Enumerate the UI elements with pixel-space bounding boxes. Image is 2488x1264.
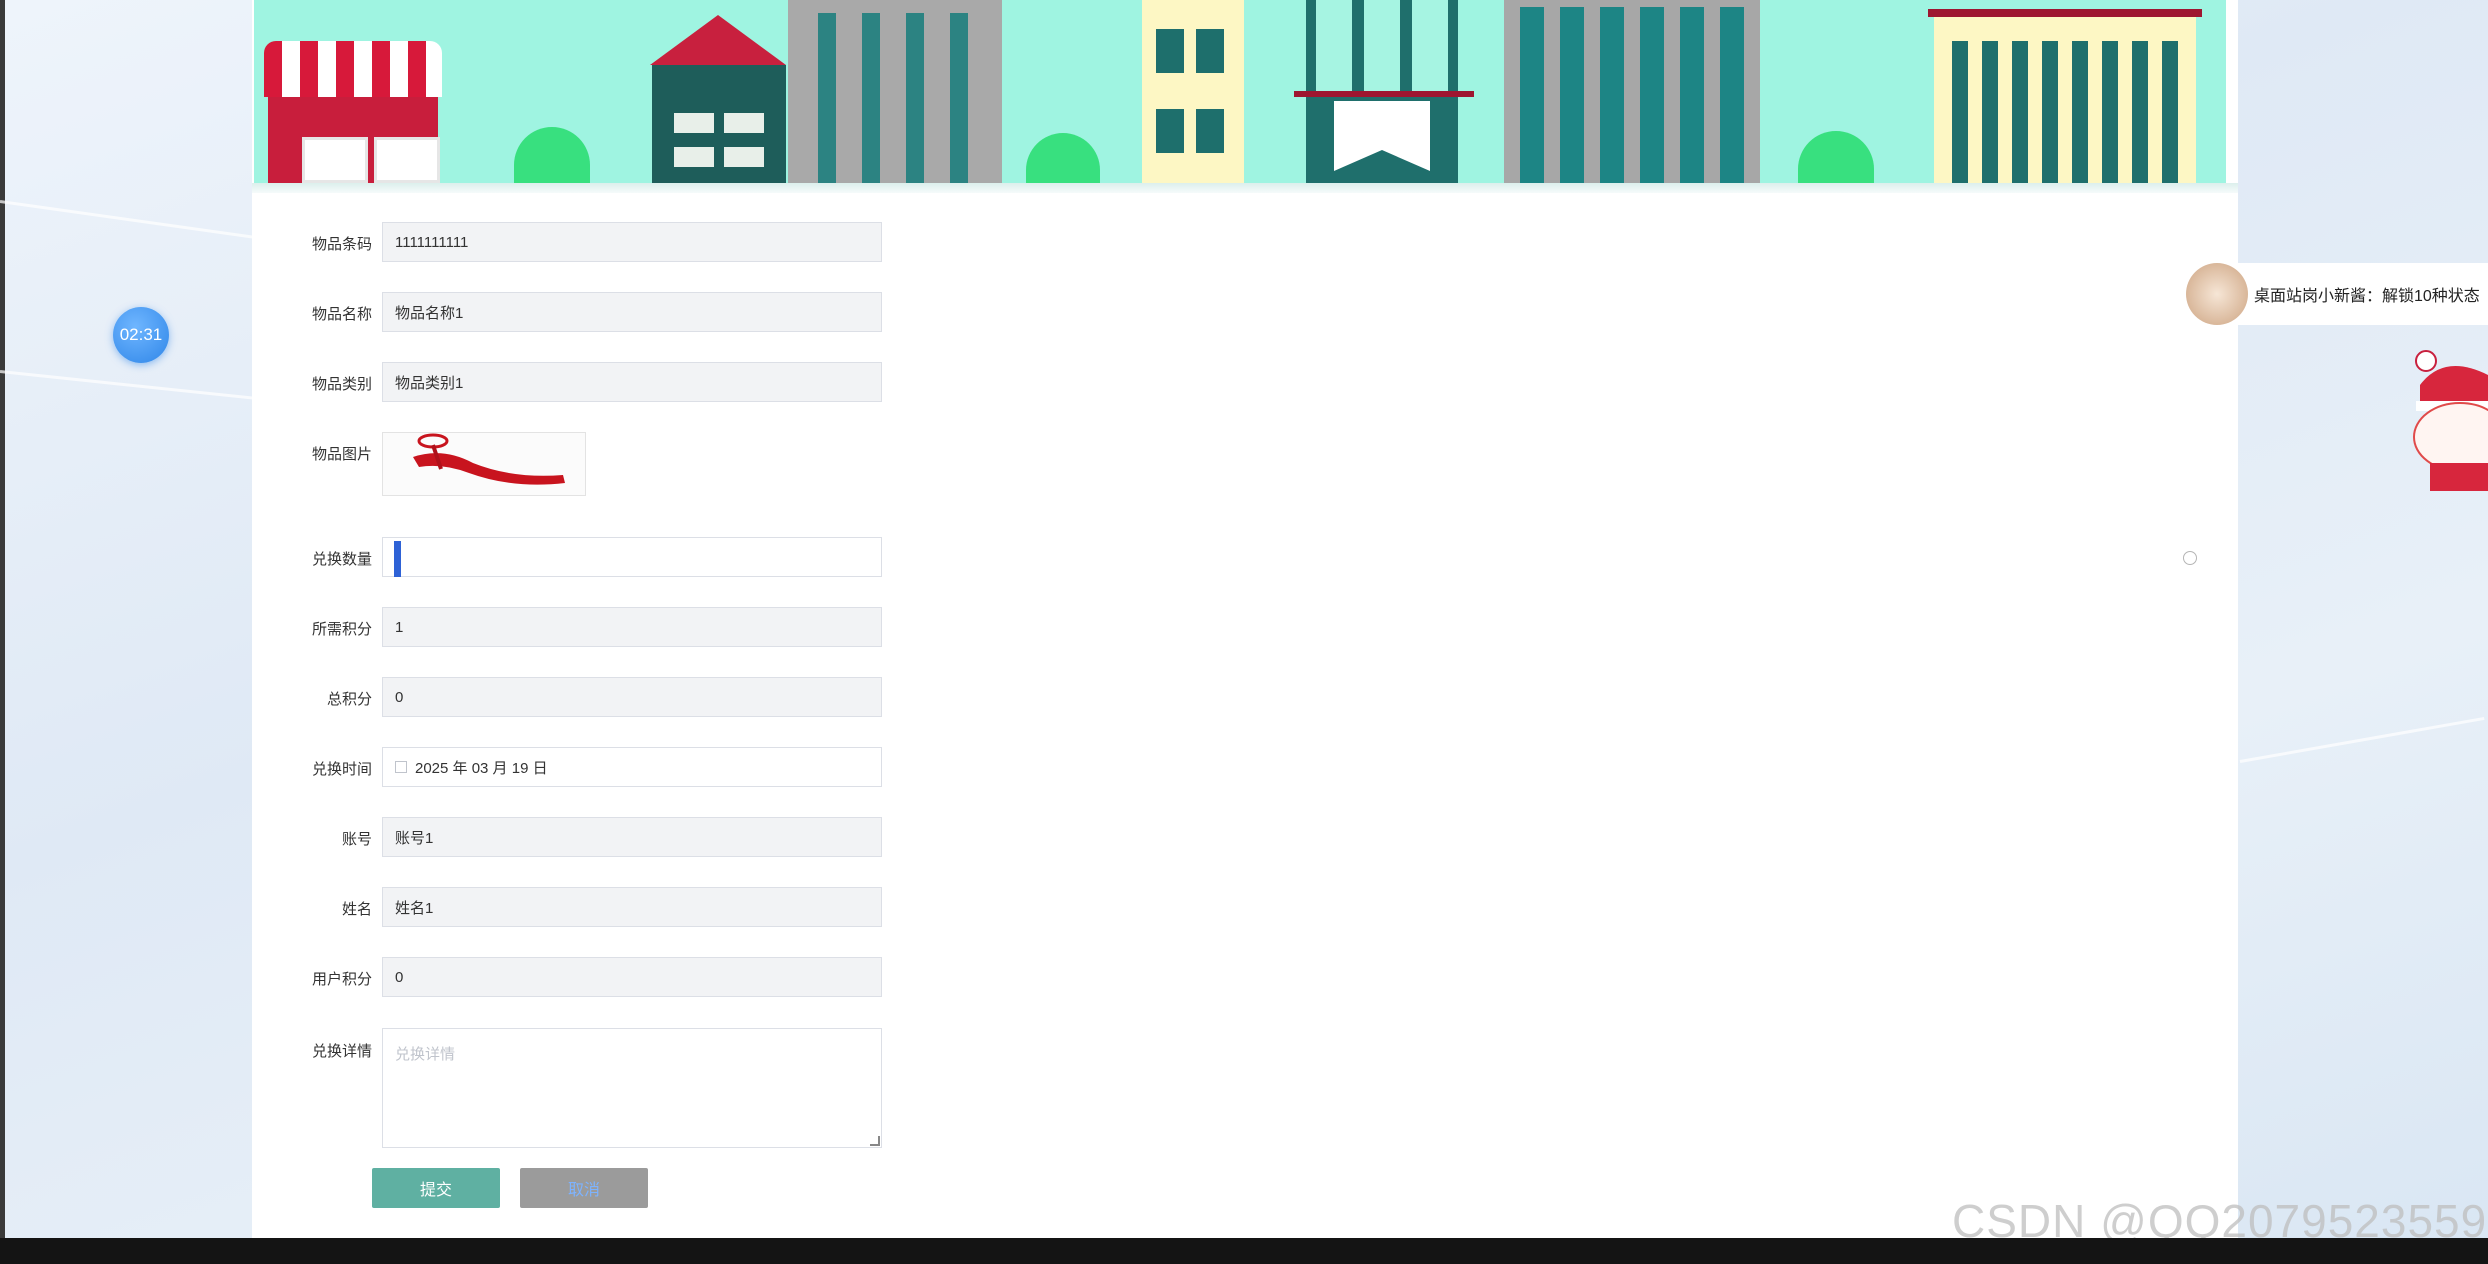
tower-windows xyxy=(806,13,986,183)
house-window xyxy=(724,147,764,167)
city-banner-image xyxy=(254,0,2226,183)
field-label-item-category: 物品类别 xyxy=(311,376,372,393)
window-left-edge xyxy=(0,0,5,1264)
tall-building-windows xyxy=(1952,41,2178,183)
mascot-character-icon[interactable] xyxy=(2400,345,2488,495)
required-points-field[interactable]: 1 xyxy=(382,607,882,647)
cream-building xyxy=(1142,0,1244,183)
user-points-field[interactable]: 0 xyxy=(382,957,882,997)
notification-text: 桌面站岗小新酱：解锁10种状态 xyxy=(2254,288,2480,305)
tower-band xyxy=(1294,91,1474,97)
field-label-exchange-details: 兑换详情 xyxy=(311,1043,372,1060)
exchange-details-textarea[interactable]: 兑换详情 xyxy=(382,1028,882,1148)
item-name-field[interactable]: 物品名称1 xyxy=(382,292,882,332)
field-label-required-points: 所需积分 xyxy=(311,621,372,638)
cancel-button[interactable]: 取消 xyxy=(520,1168,648,1208)
roof-band xyxy=(1928,9,2202,17)
background-streak xyxy=(2239,716,2485,763)
tower-windows xyxy=(1316,0,1448,95)
building-window xyxy=(1156,29,1184,73)
pet-avatar-icon xyxy=(2186,263,2248,325)
building-window xyxy=(1196,29,1224,73)
building-window xyxy=(1156,109,1184,153)
item-category-field[interactable]: 物品类别1 xyxy=(382,362,882,402)
field-label-item-code: 物品条码 xyxy=(311,236,372,253)
name-field[interactable]: 姓名1 xyxy=(382,887,882,927)
shop-window xyxy=(302,137,368,183)
item-image-thumbnail[interactable] xyxy=(382,432,586,496)
building-window xyxy=(1196,109,1224,153)
red-roof xyxy=(650,15,786,65)
tree xyxy=(1026,133,1100,183)
red-ribbon-image xyxy=(413,433,565,485)
field-label-name: 姓名 xyxy=(341,901,372,918)
banner-divider xyxy=(252,183,2238,193)
shop-awning xyxy=(264,41,442,97)
exchange-date-value: 2025 年 03 月 19 日 xyxy=(415,759,548,777)
desktop-pet-notification[interactable]: 桌面站岗小新酱：解锁10种状态 xyxy=(2186,263,2488,325)
submit-button[interactable]: 提交 xyxy=(372,1168,500,1208)
tree xyxy=(514,127,590,183)
field-label-total-points: 总积分 xyxy=(326,691,372,708)
exchange-date-picker[interactable]: 2025 年 03 月 19 日 xyxy=(382,747,882,787)
calendar-icon xyxy=(395,761,407,773)
text-selection-cursor xyxy=(394,541,401,577)
shop-window xyxy=(374,137,440,183)
field-label-item-image: 物品图片 xyxy=(311,446,372,463)
office-windows xyxy=(1514,7,1750,183)
total-points-field[interactable]: 0 xyxy=(382,677,882,717)
background-streak xyxy=(0,370,259,401)
house-window xyxy=(674,113,714,133)
teal-house xyxy=(652,65,786,183)
field-label-account: 账号 xyxy=(341,831,372,848)
field-label-user-points: 用户积分 xyxy=(311,971,372,988)
exchange-quantity-input[interactable] xyxy=(382,537,882,577)
item-code-field[interactable]: 1111111111 xyxy=(382,222,882,262)
tree xyxy=(1798,131,1874,183)
field-label-exchange-quantity: 兑换数量 xyxy=(311,551,372,568)
field-label-exchange-time: 兑换时间 xyxy=(311,761,372,778)
taskbar xyxy=(0,1238,2488,1264)
textarea-resize-handle[interactable] xyxy=(870,1136,880,1146)
countdown-timer-badge[interactable]: 02:31 xyxy=(113,307,169,363)
account-field[interactable]: 账号1 xyxy=(382,817,882,857)
field-label-item-name: 物品名称 xyxy=(311,306,372,323)
house-window xyxy=(724,113,764,133)
settings-gear-icon[interactable] xyxy=(2183,551,2197,565)
house-window xyxy=(674,147,714,167)
